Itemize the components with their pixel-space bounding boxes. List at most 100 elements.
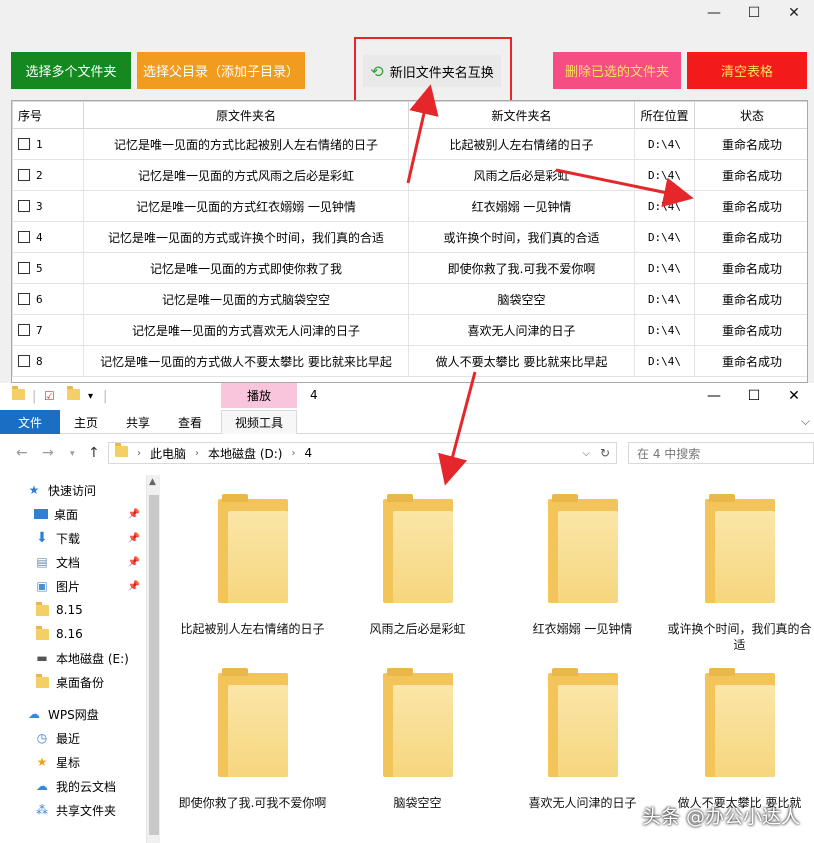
row-checkbox[interactable]	[18, 169, 30, 181]
delete-selected-button[interactable]: 删除已选的文件夹	[553, 52, 681, 89]
row-index-cell: 5	[12, 252, 84, 284]
folder-tile[interactable]: 脑袋空空	[335, 668, 500, 811]
row-index-cell: 1	[12, 128, 84, 160]
column-header-status[interactable]: 状态	[694, 101, 807, 129]
new-name-cell: 做人不要太攀比 要比就来比早起	[408, 345, 635, 377]
tab-home[interactable]: 主页	[66, 410, 106, 434]
scroll-up-icon[interactable]: ▲	[149, 477, 156, 487]
folder-tile[interactable]: 风雨之后必是彩虹	[335, 494, 500, 637]
row-index: 8	[36, 355, 43, 368]
old-name-cell: 记忆是唯一见面的方式或许换个时间，我们真的合适	[83, 221, 409, 253]
clock-icon: ◷	[36, 731, 48, 745]
row-checkbox[interactable]	[18, 262, 30, 274]
explorer-maximize-button[interactable]: ☐	[734, 383, 774, 408]
tool-window-controls: — ☐ ✕	[694, 0, 814, 26]
folder-icon	[547, 668, 618, 777]
row-index-cell: 2	[12, 159, 84, 191]
row-checkbox[interactable]	[18, 293, 30, 305]
table-row[interactable]: 1 记忆是唯一见面的方式比起被别人左右情绪的日子 比起被别人左右情绪的日子 D:…	[12, 128, 807, 160]
folder-icon	[34, 601, 50, 617]
row-index-cell: 6	[12, 283, 84, 315]
table-row[interactable]: 3 记忆是唯一见面的方式红衣嫋嫋 一见钟情 红衣嫋嫋 一见钟情 D:\4\ 重命…	[12, 190, 807, 222]
folder-name: 即使你救了我.可我不爱你啊	[178, 796, 327, 810]
folder-tile[interactable]: 做人不要太攀比 要比就	[665, 668, 814, 811]
minimize-button[interactable]: —	[694, 0, 734, 26]
folder-tile[interactable]: 或许换个时间，我们真的合适	[665, 494, 814, 653]
folder-tile[interactable]: 比起被别人左右情绪的日子	[170, 494, 335, 637]
document-icon: ▤	[36, 555, 48, 569]
refresh-icon[interactable]: ↻	[600, 446, 610, 460]
nav-label: 桌面备份	[56, 675, 105, 690]
table-row[interactable]: 4 记忆是唯一见面的方式或许换个时间，我们真的合适 或许换个时间，我们真的合适 …	[12, 221, 807, 253]
recent-dropdown-icon[interactable]: ▾	[70, 449, 75, 459]
context-tab-play[interactable]: 播放	[221, 383, 297, 408]
nav-documents[interactable]: ▤ 文档 📌	[34, 551, 146, 573]
location-cell: D:\4\	[634, 283, 695, 315]
tab-view[interactable]: 查看	[170, 410, 210, 434]
select-parent-directory-button[interactable]: 选择父目录（添加子目录）	[137, 52, 305, 89]
table-row[interactable]: 2 记忆是唯一见面的方式风雨之后必是彩虹 风雨之后必是彩虹 D:\4\ 重命名成…	[12, 159, 807, 191]
nav-label: 文档	[56, 555, 81, 570]
folder-tile[interactable]: 即使你救了我.可我不爱你啊	[170, 668, 335, 811]
up-arrow-icon[interactable]: ↑	[88, 445, 100, 461]
status-cell: 重命名成功	[694, 128, 807, 160]
old-name-cell: 记忆是唯一见面的方式风雨之后必是彩虹	[83, 159, 409, 191]
tab-video-tools[interactable]: 视频工具	[221, 410, 297, 434]
new-name-cell: 风雨之后必是彩虹	[408, 159, 635, 191]
nav-label: 本地磁盘 (E:)	[56, 651, 129, 666]
row-checkbox[interactable]	[18, 355, 30, 367]
breadcrumb-drive-d[interactable]: 本地磁盘 (D:)	[208, 445, 282, 462]
search-input[interactable]: 在 4 中搜索	[628, 442, 814, 464]
table-row[interactable]: 6 记忆是唯一见面的方式脑袋空空 脑袋空空 D:\4\ 重命名成功	[12, 283, 807, 315]
new-name-cell: 喜欢无人问津的日子	[408, 314, 635, 346]
breadcrumb-folder-4[interactable]: 4	[304, 446, 312, 460]
path-dropdown-icon[interactable]: ⌵	[582, 448, 590, 459]
old-name-cell: 记忆是唯一见面的方式做人不要太攀比 要比就来比早起	[83, 345, 409, 377]
scroll-thumb[interactable]	[149, 495, 159, 835]
tab-file[interactable]: 文件	[0, 410, 60, 434]
column-header-new-name[interactable]: 新文件夹名	[408, 101, 635, 129]
forward-arrow-icon[interactable]: →	[42, 445, 54, 461]
folder-icon	[12, 386, 25, 405]
pin-icon: 📌	[127, 532, 140, 544]
back-arrow-icon[interactable]: ←	[16, 445, 28, 461]
watermark: 头条 @办公小达人	[641, 806, 800, 828]
new-folder-icon[interactable]	[67, 386, 80, 405]
maximize-button[interactable]: ☐	[734, 0, 774, 26]
nav-desktop[interactable]: 桌面 📌	[34, 503, 146, 525]
tab-share[interactable]: 共享	[118, 410, 158, 434]
cloud-icon: ☁	[36, 779, 48, 793]
row-checkbox[interactable]	[18, 231, 30, 243]
row-checkbox[interactable]	[18, 324, 30, 336]
table-row[interactable]: 8 记忆是唯一见面的方式做人不要太攀比 要比就来比早起 做人不要太攀比 要比就来…	[12, 345, 807, 377]
nav-downloads[interactable]: ⬇ 下载 📌	[34, 527, 146, 549]
status-cell: 重命名成功	[694, 345, 807, 377]
row-checkbox[interactable]	[18, 200, 30, 212]
nav-pictures[interactable]: ▣ 图片 📌	[34, 575, 146, 597]
folder-icon	[115, 443, 128, 460]
table-header-row: 序号 原文件夹名 新文件夹名 所在位置 状态	[12, 101, 807, 129]
folder-tile[interactable]: 喜欢无人问津的日子	[500, 668, 665, 811]
close-button[interactable]: ✕	[774, 0, 814, 26]
pin-icon: 📌	[127, 580, 140, 592]
clear-table-button[interactable]: 清空表格	[687, 52, 807, 89]
address-path[interactable]: › 此电脑 › 本地磁盘 (D:) › 4 ⌵ ↻	[108, 442, 617, 464]
row-index: 2	[36, 169, 43, 182]
column-header-index[interactable]: 序号	[12, 101, 84, 129]
table-row[interactable]: 7 记忆是唯一见面的方式喜欢无人问津的日子 喜欢无人问津的日子 D:\4\ 重命…	[12, 314, 807, 346]
column-header-location[interactable]: 所在位置	[634, 101, 695, 129]
folder-tile[interactable]: 红衣嫋嫋 一见钟情	[500, 494, 665, 637]
properties-check-icon[interactable]: ☑	[44, 389, 55, 405]
chevron-down-icon[interactable]: ⌵	[801, 414, 810, 429]
quick-access-dropdown-icon[interactable]: ▾	[88, 391, 93, 407]
explorer-close-button[interactable]: ✕	[774, 383, 814, 408]
nav-scrollbar[interactable]: ▲	[146, 475, 160, 843]
column-header-old-name[interactable]: 原文件夹名	[83, 101, 409, 129]
table-row[interactable]: 5 记忆是唯一见面的方式即使你救了我 即使你救了我.可我不爱你啊 D:\4\ 重…	[12, 252, 807, 284]
select-multiple-folders-button[interactable]: 选择多个文件夹	[11, 52, 131, 89]
breadcrumb-this-pc[interactable]: 此电脑	[150, 445, 186, 462]
row-checkbox[interactable]	[18, 138, 30, 150]
explorer-minimize-button[interactable]: —	[694, 383, 734, 408]
row-index: 5	[36, 262, 43, 275]
folder-icon	[34, 625, 50, 641]
